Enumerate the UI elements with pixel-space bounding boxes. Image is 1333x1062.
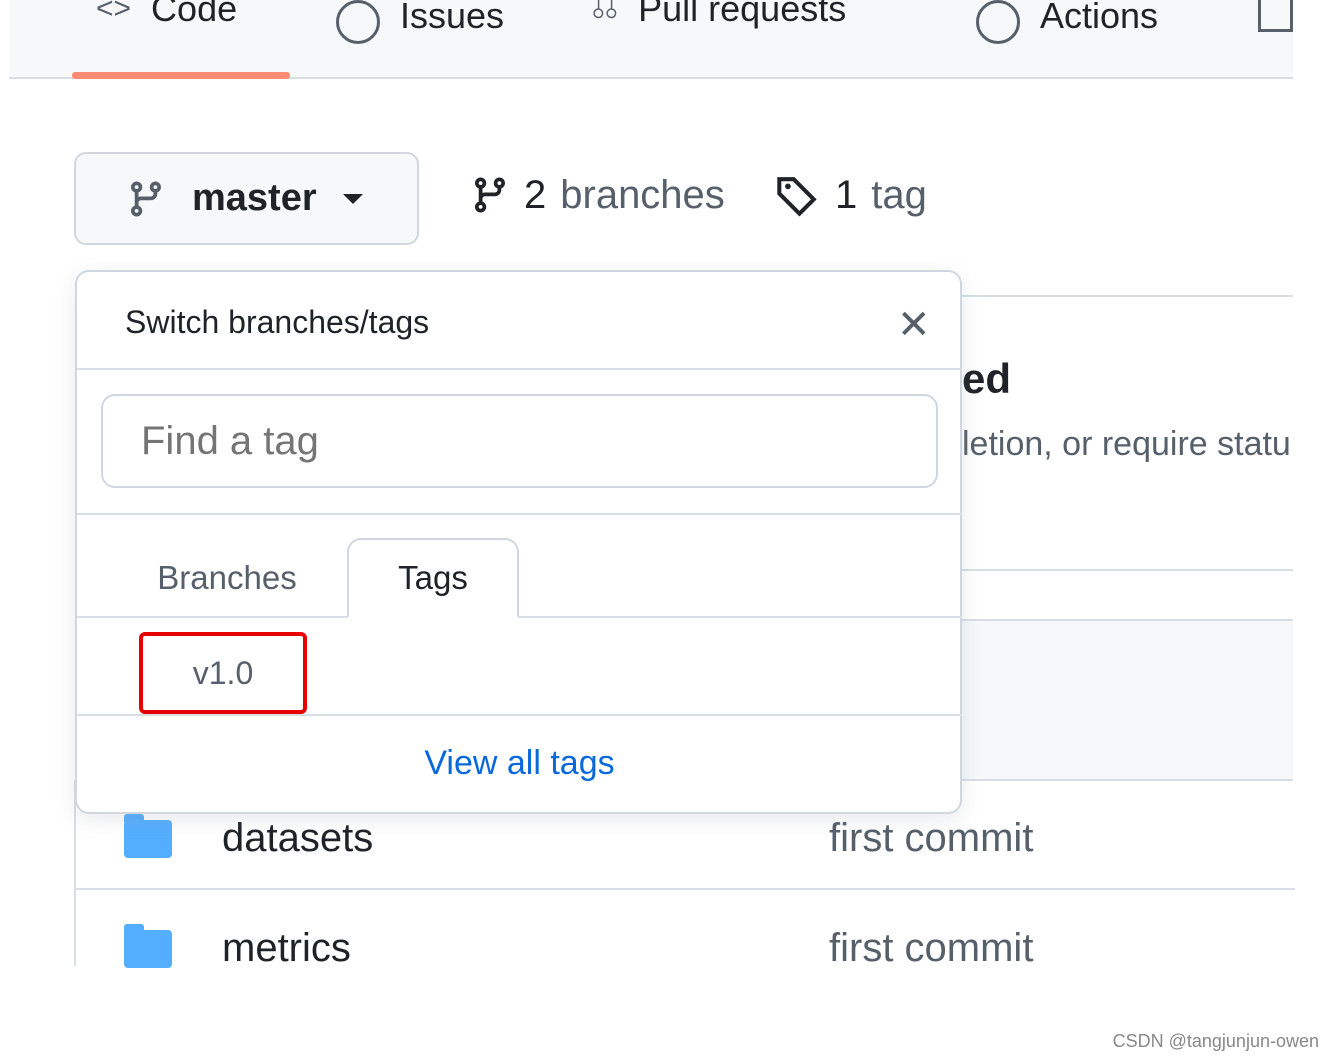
divider — [76, 888, 1295, 890]
tab-pull-requests[interactable]: ⫰⫰ Pull requests — [592, 0, 846, 30]
file-name[interactable]: metrics — [222, 926, 351, 971]
play-icon — [976, 0, 1020, 44]
divider — [962, 569, 1293, 571]
caret-down-icon — [342, 193, 363, 204]
tab-code[interactable]: <> Code — [96, 0, 237, 30]
projects-icon[interactable] — [1258, 0, 1293, 32]
background-heading: ed — [962, 355, 1012, 402]
branch-icon — [130, 181, 161, 217]
divider — [77, 616, 962, 618]
file-row[interactable]: metrics — [124, 923, 351, 971]
tab-tags[interactable]: Tags — [347, 538, 519, 618]
watermark: CSDN @tangjunjun-owen — [1112, 1031, 1319, 1051]
issue-icon — [336, 0, 380, 44]
current-branch: master — [192, 177, 317, 219]
file-row[interactable]: datasets — [124, 813, 373, 861]
folder-icon — [124, 813, 172, 858]
view-all-tags-link[interactable]: View all tags — [77, 744, 962, 783]
divider — [77, 513, 962, 515]
commit-message[interactable]: first commit — [829, 926, 1033, 971]
commit-message[interactable]: first commit — [829, 816, 1033, 861]
dropdown-title: Switch branches/tags — [125, 304, 430, 340]
background-text: letion, or require statu — [962, 425, 1291, 463]
branches-link[interactable]: 2 branches — [470, 172, 725, 218]
divider — [77, 368, 962, 370]
branch-tag-dropdown: Switch branches/tags ✕ Branches Tags v1.… — [75, 270, 962, 814]
branch-icon — [474, 177, 505, 213]
file-name[interactable]: datasets — [222, 816, 373, 861]
tab-branches[interactable]: Branches — [117, 538, 337, 618]
pull-request-icon: ⫰⫰ — [592, 0, 619, 25]
tab-actions[interactable]: Actions — [976, 0, 1158, 44]
code-icon: <> — [96, 0, 132, 25]
divider — [77, 714, 962, 716]
close-icon[interactable]: ✕ — [897, 302, 931, 348]
tag-icon — [777, 177, 817, 217]
tag-item-v1.0[interactable]: v1.0 — [139, 632, 307, 714]
branch-select-button[interactable]: master — [74, 152, 419, 245]
find-tag-input[interactable] — [101, 394, 938, 488]
active-tab-indicator — [72, 72, 290, 79]
folder-icon — [124, 923, 172, 968]
background-row — [962, 619, 1293, 781]
tab-issues[interactable]: Issues — [336, 0, 504, 44]
tags-link[interactable]: 1 tag — [775, 172, 927, 218]
